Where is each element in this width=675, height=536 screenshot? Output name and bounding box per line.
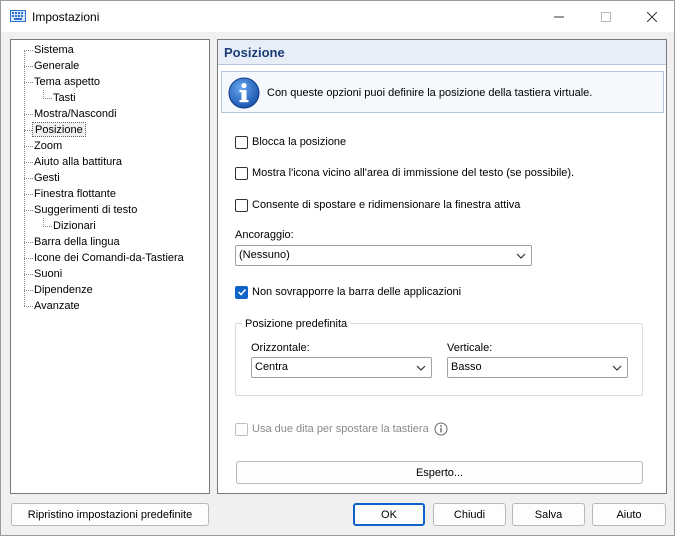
tree-guide-line <box>24 274 33 275</box>
minimize-icon <box>554 16 564 17</box>
settings-tree[interactable]: Sistema Generale Tema aspetto Tasti Most… <box>10 39 210 494</box>
save-button[interactable]: Salva <box>512 503 585 526</box>
tree-guide-line <box>24 178 33 179</box>
lock-position-checkbox[interactable]: Blocca la posizione <box>235 135 346 149</box>
checkbox-box[interactable] <box>235 166 248 180</box>
tree-item-aiuto-battitura[interactable]: Aiuto alla battitura <box>34 155 122 169</box>
info-circle-icon[interactable] <box>434 422 448 436</box>
tree-guide-line <box>24 130 32 131</box>
tree-item-tasti[interactable]: Tasti <box>53 91 76 105</box>
help-button[interactable]: Aiuto <box>592 503 666 526</box>
checkbox-box[interactable] <box>235 198 248 212</box>
settings-window: Impostazioni Sistema Generale Tema aspet… <box>0 0 675 536</box>
info-box: Con queste opzioni puoi definire la posi… <box>221 71 664 113</box>
tree-item-dizionari[interactable]: Dizionari <box>53 219 96 233</box>
horizontal-label: Orizzontale: <box>251 342 310 354</box>
show-icon-checkbox[interactable]: Mostra l'icona vicino all'area di immiss… <box>235 166 574 180</box>
horizontal-value: Centra <box>255 361 289 373</box>
window-title: Impostazioni <box>32 10 100 24</box>
tree-guide-line <box>24 162 33 163</box>
tree-item-avanzate[interactable]: Avanzate <box>34 299 80 313</box>
tree-guide-line <box>24 114 33 115</box>
checkbox-box[interactable] <box>235 422 248 436</box>
default-position-title: Posizione predefinita <box>242 318 351 330</box>
lock-position-label: Blocca la posizione <box>252 136 347 148</box>
move-resize-label: Consente di spostare e ridimensionare la… <box>252 199 521 211</box>
tree-guide-line <box>24 290 33 291</box>
tree-item-suoni[interactable]: Suoni <box>34 267 62 281</box>
minimize-button[interactable] <box>536 1 582 32</box>
close-dialog-button[interactable]: Chiudi <box>433 503 506 526</box>
tree-item-sistema[interactable]: Sistema <box>34 43 74 57</box>
tree-guide-line <box>43 226 52 227</box>
tree-item-barra-lingua[interactable]: Barra della lingua <box>34 235 120 249</box>
chevron-down-icon <box>612 365 622 371</box>
horizontal-select[interactable]: Centra <box>251 357 432 378</box>
tree-guide-line <box>24 258 33 259</box>
close-icon <box>647 11 657 22</box>
chevron-down-icon <box>416 365 426 371</box>
two-fingers-label: Usa due dita per spostare la tastiera <box>252 423 429 435</box>
info-text: Con queste opzioni puoi definire la posi… <box>267 87 593 99</box>
close-button[interactable] <box>629 1 675 32</box>
tree-item-gesti[interactable]: Gesti <box>34 171 60 185</box>
tree-guide-line <box>24 66 33 67</box>
panel-title: Posizione <box>224 45 285 60</box>
settings-panel: Posizione Con queste opzioni puoi defini… <box>217 39 667 494</box>
title-bar: Impostazioni <box>1 1 674 32</box>
vertical-label: Verticale: <box>447 342 493 354</box>
vertical-select[interactable]: Basso <box>447 357 628 378</box>
chevron-down-icon <box>516 253 526 259</box>
maximize-button[interactable] <box>583 1 629 32</box>
show-icon-label: Mostra l'icona vicino all'area di immiss… <box>252 167 575 179</box>
tree-guide-line <box>24 146 33 147</box>
no-overlap-label: Non sovrapporre la barra delle applicazi… <box>252 286 462 298</box>
tree-item-dipendenze[interactable]: Dipendenze <box>34 283 93 297</box>
move-resize-checkbox[interactable]: Consente di spostare e ridimensionare la… <box>235 198 520 212</box>
two-fingers-checkbox[interactable]: Usa due dita per spostare la tastiera <box>235 422 448 436</box>
keyboard-icon <box>10 10 26 22</box>
checkbox-box[interactable] <box>235 285 248 299</box>
ok-button[interactable]: OK <box>353 503 425 526</box>
tree-item-posizione[interactable]: Posizione <box>32 122 86 137</box>
no-overlap-checkbox[interactable]: Non sovrapporre la barra delle applicazi… <box>235 285 461 299</box>
anchor-label: Ancoraggio: <box>235 229 294 241</box>
tree-guide-line <box>24 82 33 83</box>
tree-guide-line <box>24 306 33 307</box>
tree-item-zoom[interactable]: Zoom <box>34 139 62 153</box>
anchor-value: (Nessuno) <box>239 249 290 261</box>
vertical-value: Basso <box>451 361 482 373</box>
info-icon <box>228 77 260 109</box>
tree-guide-line <box>43 98 52 99</box>
tree-item-generale[interactable]: Generale <box>34 59 79 73</box>
tree-guide-line <box>24 194 33 195</box>
panel-header: Posizione <box>218 40 666 65</box>
tree-item-icone-comandi[interactable]: Icone dei Comandi-da-Tastiera <box>34 251 184 265</box>
tree-guide-line <box>24 210 33 211</box>
reset-defaults-button[interactable]: Ripristino impostazioni predefinite <box>11 503 209 526</box>
checkmark-icon <box>237 288 246 296</box>
tree-item-tema-aspetto[interactable]: Tema aspetto <box>34 75 100 89</box>
tree-item-mostra-nascondi[interactable]: Mostra/Nascondi <box>34 107 117 121</box>
checkbox-box[interactable] <box>235 135 248 149</box>
tree-item-suggerimenti[interactable]: Suggerimenti di testo <box>34 203 137 217</box>
anchor-select[interactable]: (Nessuno) <box>235 245 532 266</box>
tree-guide-line <box>24 242 33 243</box>
maximize-icon <box>601 11 611 22</box>
tree-item-finestra-flottante[interactable]: Finestra flottante <box>34 187 116 201</box>
expert-button[interactable]: Esperto... <box>236 461 643 484</box>
tree-guide-line <box>24 50 33 51</box>
